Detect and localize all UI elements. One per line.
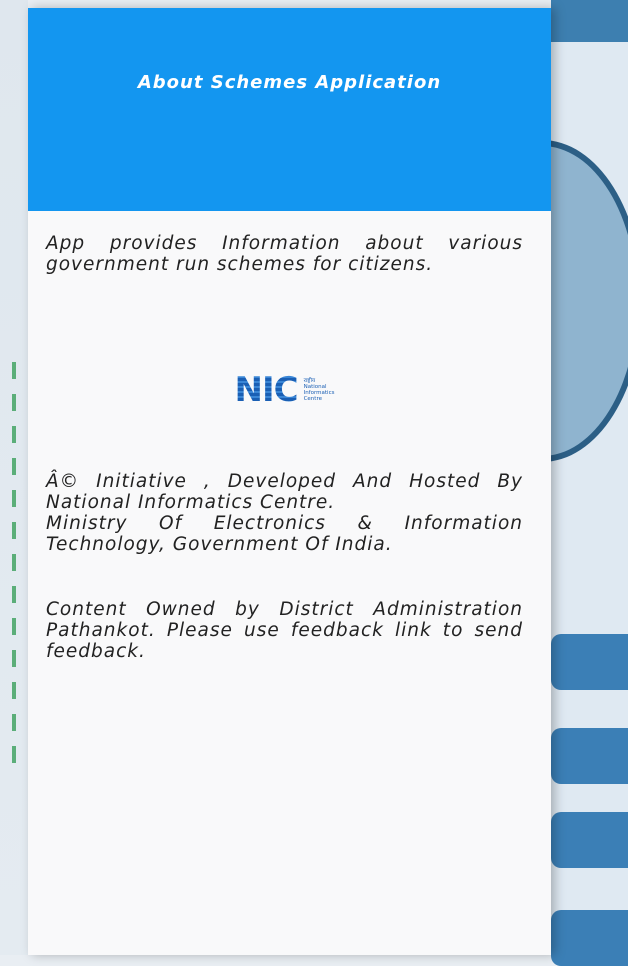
about-drawer: About Schemes Application App provides I… bbox=[28, 8, 551, 955]
background-button[interactable] bbox=[551, 812, 628, 868]
app-description: App provides Information about various g… bbox=[46, 233, 523, 275]
background-left-strip bbox=[0, 0, 28, 955]
nic-logo-mark: NIC bbox=[234, 370, 299, 410]
content-ownership-note: Content Owned by District Administration… bbox=[46, 599, 523, 662]
background-app bbox=[441, 0, 628, 966]
background-button[interactable] bbox=[551, 728, 628, 784]
background-topbar bbox=[551, 0, 628, 42]
nic-logo-subtext: राष्ट्रीय National Informatics Centre bbox=[304, 378, 335, 402]
credit-initiative: Â© Initiative , Developed And Hosted By … bbox=[46, 471, 523, 513]
credit-ministry: Ministry Of Electronics & Information Te… bbox=[46, 513, 523, 555]
drawer-body: App provides Information about various g… bbox=[28, 211, 551, 662]
drawer-title: About Schemes Application bbox=[137, 72, 442, 93]
nic-logo-sub-3: Centre bbox=[303, 396, 322, 402]
background-vertical-text bbox=[8, 362, 20, 763]
nic-logo-container: NIC राष्ट्रीय National Informatics Centr… bbox=[46, 373, 523, 407]
background-button[interactable] bbox=[551, 634, 628, 690]
nic-logo: NIC राष्ट्रीय National Informatics Centr… bbox=[235, 373, 335, 407]
drawer-header: About Schemes Application bbox=[28, 8, 551, 211]
background-button[interactable] bbox=[551, 910, 628, 966]
